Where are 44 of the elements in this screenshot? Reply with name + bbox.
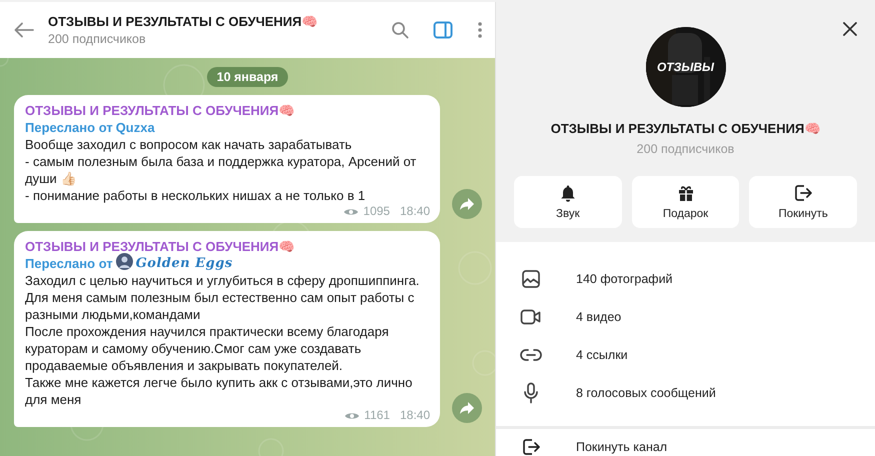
close-button[interactable] — [843, 22, 857, 36]
message-time: 18:40 — [400, 204, 430, 219]
eye-icon — [343, 206, 360, 216]
channel-name: ОТЗЫВЫ И РЕЗУЛЬТАТЫ С ОБУЧЕНИЯ🧠 — [25, 238, 296, 255]
gift-action-button[interactable]: Подарок — [632, 176, 740, 228]
search-button[interactable] — [391, 21, 409, 39]
share-icon — [459, 197, 475, 211]
eye-icon — [344, 410, 360, 420]
profile-subscribers: 200 подписчиков — [636, 142, 734, 156]
view-count: 1161 — [364, 408, 390, 423]
message-text: Вообще заходил с вопросом как начать зарабатывать - самым полезным была база и поддержка куратора, Арсений от души 👍🏻 - понимание работы в нескольких нишах а не только в 1 — [25, 136, 418, 204]
gift-icon — [676, 184, 694, 202]
forwarded-label: Переслано от — [25, 255, 113, 272]
message-text: Заходил с целью научиться и углубиться в сферу дропшиппинга. Для меня самым полезным был естественно сам опыт работы с разными людьми,командами После прохождения научился практически всему благодаря кураторам и самому обучению.Смог сам уже создавать продаваемые объявления и закрывать покупателей. Также мне кажется легче было купить акк с отзывами,это лично для меня — [25, 272, 420, 408]
media-item[interactable]: 4 видео — [496, 298, 875, 336]
subscriber-count: 200 подписчиков — [48, 32, 147, 46]
view-count: 1095 — [363, 204, 390, 219]
bell-action-button[interactable]: Звук — [514, 176, 622, 228]
avatar-text: ОТЗЫВЫ — [656, 60, 714, 74]
channel-title: ОТЗЫВЫ И РЕЗУЛЬТАТЫ С ОБУЧЕНИЯ🧠 — [48, 14, 319, 29]
bell-icon — [560, 184, 576, 202]
channel-name: ОТЗЫВЫ И РЕЗУЛЬТАТЫ С ОБУЧЕНИЯ🧠 — [25, 102, 296, 119]
image-icon — [521, 269, 541, 289]
profile-title: ОТЗЫВЫ И РЕЗУЛЬТАТЫ С ОБУЧЕНИЯ🧠 — [550, 121, 820, 136]
share-button[interactable] — [452, 189, 482, 219]
share-button[interactable] — [452, 393, 482, 423]
message-time: 18:40 — [400, 408, 430, 423]
exit-icon — [522, 438, 540, 456]
side-panel-button[interactable] — [433, 21, 453, 39]
media-item[interactable]: 140 фотографий — [496, 260, 875, 298]
exit-icon — [794, 184, 812, 202]
microphone-icon — [522, 382, 540, 404]
media-item[interactable]: 4 ссылки — [496, 336, 875, 374]
video-camera-icon — [520, 308, 542, 326]
forwarded-label: Переслано от — [25, 119, 113, 136]
sender-name[interactable]: Golden Eggs — [136, 255, 233, 272]
menu-button[interactable] — [477, 21, 483, 39]
avatar-icon — [116, 253, 133, 270]
leave-action-button[interactable]: Покинуть — [749, 176, 858, 228]
link-icon — [520, 347, 542, 363]
back-button[interactable] — [14, 22, 34, 38]
media-item[interactable]: 8 голосовых сообщений — [496, 374, 875, 412]
date-badge: 10 января — [206, 67, 288, 87]
share-icon — [459, 401, 475, 415]
